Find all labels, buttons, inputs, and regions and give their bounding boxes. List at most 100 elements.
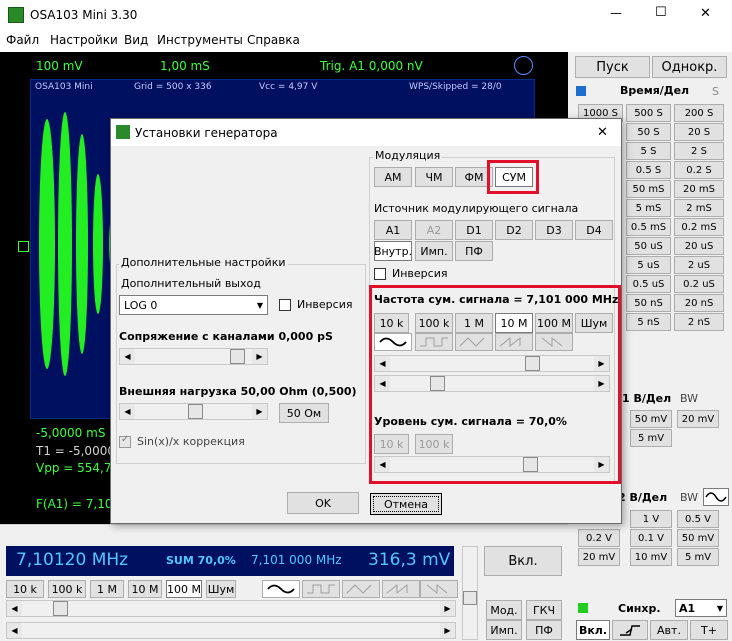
chevron-right-icon[interactable]: ▶ — [440, 623, 455, 638]
start-button[interactable]: Пуск — [575, 56, 650, 78]
gen-amp-slider[interactable]: ◀ ▶ — [6, 622, 456, 639]
chevron-right-icon[interactable]: ▶ — [594, 376, 609, 391]
chevron-left-icon[interactable]: ◀ — [7, 623, 22, 638]
time-button[interactable]: 5 S — [626, 142, 671, 160]
sum-saw-button[interactable] — [495, 333, 533, 351]
sync-edge-button[interactable] — [612, 620, 648, 640]
time-button[interactable]: 50 S — [626, 123, 671, 141]
level-10k-button[interactable]: 10 k — [374, 434, 409, 454]
sum-triangle-button[interactable] — [455, 333, 493, 351]
slider-thumb[interactable] — [230, 349, 245, 364]
close-icon[interactable]: ✕ — [700, 6, 711, 21]
menu-file[interactable]: Файл — [6, 33, 39, 47]
gen-range-button[interactable]: 100 k — [48, 580, 86, 598]
coupling-slider[interactable]: ◀ ▶ — [119, 348, 268, 365]
clock-icon[interactable] — [514, 56, 533, 75]
gen-range-button[interactable]: 10 M — [128, 580, 162, 598]
time-button[interactable]: 0.5 S — [626, 161, 671, 179]
time-button[interactable]: 5 nS — [626, 313, 671, 331]
chevron-left-icon[interactable]: ◀ — [7, 601, 22, 616]
ch1-50mv-button[interactable]: 50 mV — [630, 410, 672, 428]
dialog-close-icon[interactable]: ✕ — [597, 125, 608, 140]
extra-inversion-checkbox[interactable] — [279, 299, 291, 311]
mod-inversion-checkbox[interactable] — [374, 268, 386, 280]
chevron-right-icon[interactable]: ▶ — [594, 457, 609, 472]
gen-imp-button[interactable]: Имп. — [486, 620, 522, 640]
sync-on-button[interactable]: Вкл. — [576, 620, 610, 640]
time-button[interactable]: 0.2 mS — [674, 218, 724, 236]
time-button[interactable]: 500 S — [626, 104, 671, 122]
sync-tplus-button[interactable]: T+ — [690, 620, 728, 640]
src-internal-button[interactable]: Внутр. — [374, 241, 412, 261]
chevron-left-icon[interactable]: ◀ — [120, 404, 135, 419]
trigger-marker-icon[interactable] — [18, 241, 29, 252]
time-button[interactable]: 50 nS — [626, 294, 671, 312]
time-button[interactable]: 50 mS — [626, 180, 671, 198]
time-button[interactable]: 2 mS — [674, 199, 724, 217]
src-d2-button[interactable]: D2 — [495, 220, 533, 240]
time-button[interactable]: 5 mS — [626, 199, 671, 217]
ch2-vdiv-button[interactable]: 0.2 V — [578, 529, 620, 547]
gen-gkch-button[interactable]: ГКЧ — [526, 600, 562, 620]
load-50ohm-button[interactable]: 50 Ом — [279, 403, 329, 423]
time-button[interactable]: 20 uS — [674, 237, 724, 255]
ch2-vdiv-button[interactable]: 1 V — [630, 510, 672, 528]
sync-channel-select[interactable]: A1 ▼ — [675, 599, 727, 617]
gen-rsaw-button[interactable] — [420, 580, 458, 598]
chevron-left-icon[interactable]: ◀ — [375, 457, 390, 472]
sum-square-button[interactable] — [415, 333, 453, 351]
time-button[interactable]: 0.2 uS — [674, 275, 724, 293]
src-imp-button[interactable]: Имп. — [415, 241, 453, 261]
minimize-icon[interactable]: — — [610, 6, 622, 20]
sum-freq-coarse-slider[interactable]: ◀ ▶ — [374, 355, 610, 372]
time-button[interactable]: 0.2 S — [674, 161, 724, 179]
sum-level-slider[interactable]: ◀ ▶ — [374, 456, 610, 473]
ch2-vdiv-button[interactable]: 20 mV — [578, 548, 620, 566]
cancel-button[interactable]: Отмена — [370, 493, 442, 515]
sum-10m-button[interactable]: 10 M — [495, 313, 533, 333]
time-button[interactable]: 20 nS — [674, 294, 724, 312]
single-button[interactable]: Однокр. — [652, 56, 727, 78]
ch1-5mv-button[interactable]: 5 mV — [630, 429, 672, 447]
time-button[interactable]: 5 uS — [626, 256, 671, 274]
sum-1m-button[interactable]: 1 M — [455, 313, 493, 333]
chevron-right-icon[interactable]: ▶ — [252, 404, 267, 419]
mod-sum-button[interactable]: СУМ — [495, 167, 533, 187]
level-100k-button[interactable]: 100 k — [415, 434, 453, 454]
gen-range-button[interactable]: 10 k — [6, 580, 44, 598]
time-button[interactable]: 20 S — [674, 123, 724, 141]
mod-fm-button[interactable]: ЧМ — [415, 167, 453, 187]
gen-range-button[interactable]: 100 M — [166, 580, 202, 598]
gen-pf-button[interactable]: ПФ — [526, 620, 562, 640]
ch2-vdiv-button[interactable]: 50 mV — [677, 529, 719, 547]
maximize-icon[interactable]: ☐ — [655, 5, 667, 20]
ok-button[interactable]: OK — [287, 492, 359, 514]
mod-am-button[interactable]: AM — [374, 167, 412, 187]
time-button[interactable]: 2 uS — [674, 256, 724, 274]
sum-freq-fine-slider[interactable]: ◀ ▶ — [374, 375, 610, 392]
ch1-20mv-button[interactable]: 20 mV — [677, 410, 719, 428]
gen-sine-button[interactable] — [262, 580, 300, 598]
chevron-right-icon[interactable]: ▶ — [440, 601, 455, 616]
ch2-vdiv-button[interactable]: 0.5 V — [677, 510, 719, 528]
time-button[interactable]: 0.5 mS — [626, 218, 671, 236]
sinc-checkbox[interactable]: ✓ — [119, 434, 131, 448]
sum-noise-button[interactable]: Шум — [575, 313, 613, 333]
gen-range-button[interactable]: Шум — [206, 580, 236, 598]
slider-thumb[interactable] — [430, 376, 445, 391]
gen-square-button[interactable] — [302, 580, 340, 598]
ch2-bw-wave-button[interactable] — [703, 488, 729, 506]
slider-thumb[interactable] — [523, 457, 538, 472]
time-button[interactable]: 200 S — [674, 104, 724, 122]
sync-auto-button[interactable]: Авт. — [650, 620, 688, 640]
menu-help[interactable]: Справка — [247, 33, 300, 47]
chevron-right-icon[interactable]: ▶ — [594, 356, 609, 371]
slider-thumb[interactable] — [525, 356, 540, 371]
menu-view[interactable]: Вид — [124, 33, 148, 47]
src-d4-button[interactable]: D4 — [575, 220, 613, 240]
extra-output-select[interactable]: LOG 0 ▼ — [119, 295, 268, 315]
src-a2-button[interactable]: A2 — [415, 220, 453, 240]
gen-mod-button[interactable]: Мод. — [486, 600, 522, 620]
src-d1-button[interactable]: D1 — [455, 220, 493, 240]
gen-range-button[interactable]: 1 M — [90, 580, 124, 598]
